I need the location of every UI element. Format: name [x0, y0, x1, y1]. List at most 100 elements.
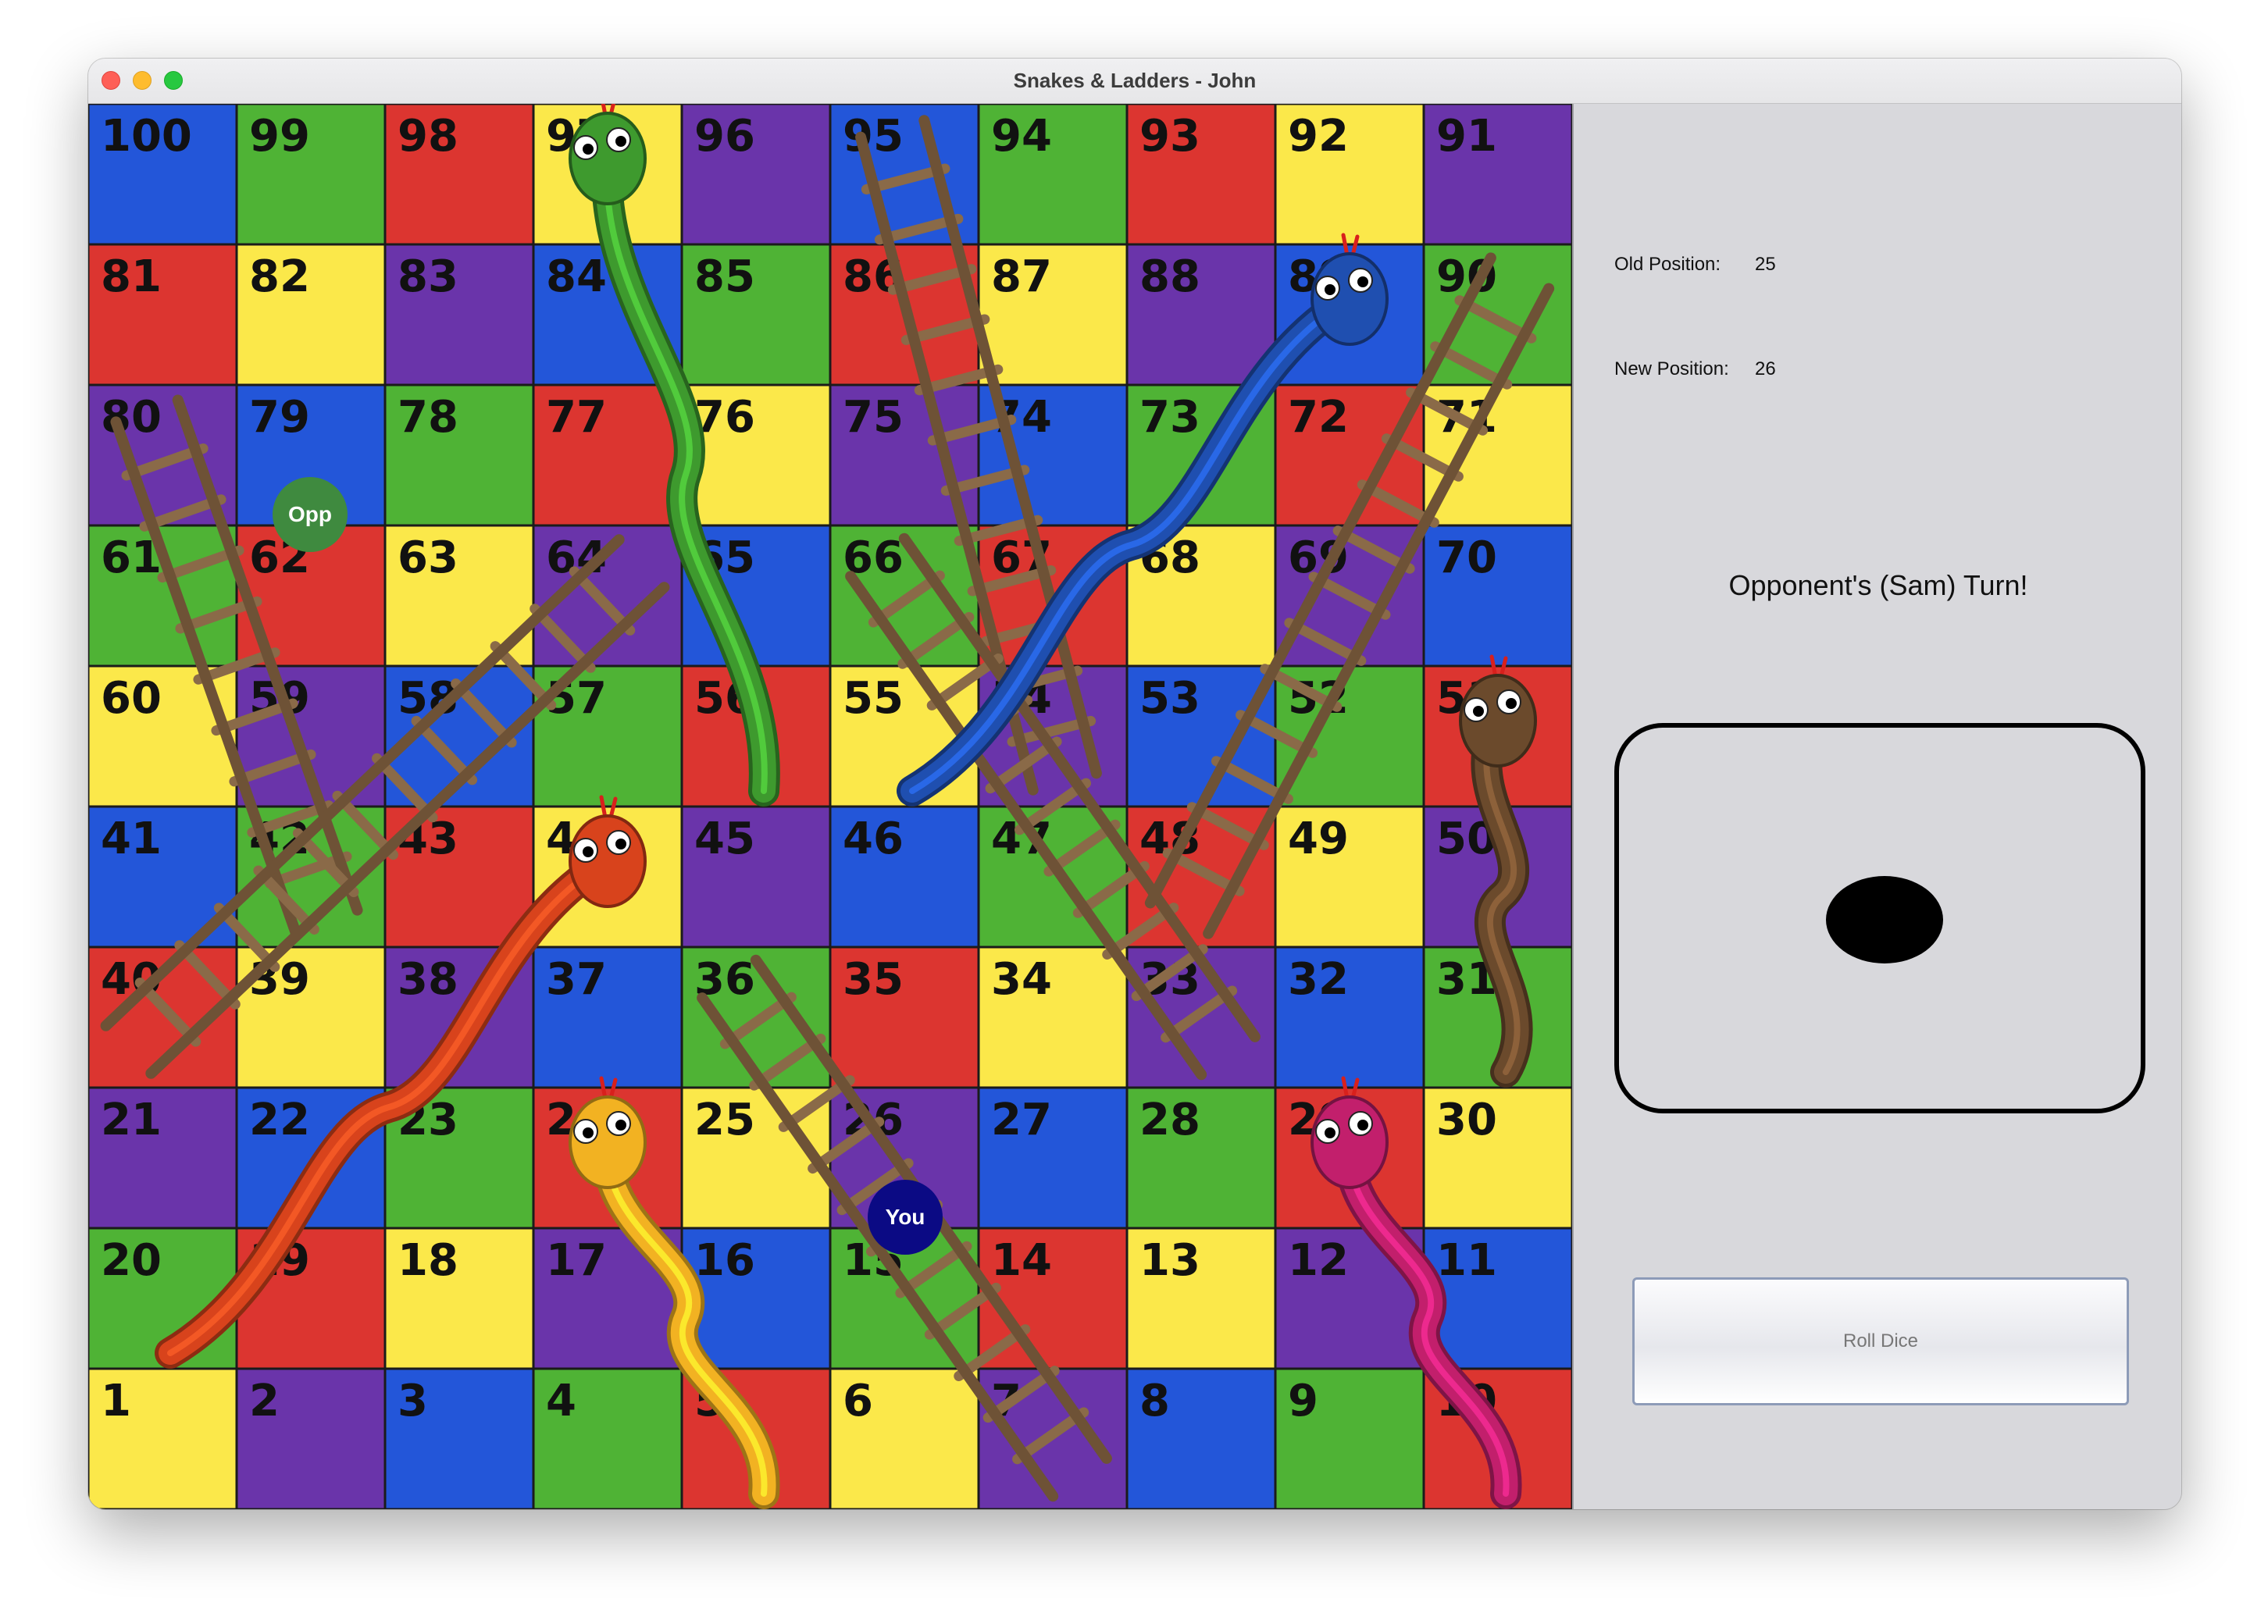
- square-number: 75: [843, 392, 904, 443]
- board-square-88: 88: [1125, 243, 1277, 386]
- board-square-27: 27: [977, 1086, 1129, 1230]
- board-square-2: 2: [235, 1367, 387, 1509]
- roll-dice-button[interactable]: Roll Dice: [1632, 1277, 2129, 1405]
- board-square-87: 87: [977, 243, 1129, 386]
- square-number: 53: [1139, 673, 1200, 724]
- board-square-45: 45: [680, 805, 832, 949]
- square-number: 34: [991, 954, 1052, 1005]
- square-number: 46: [843, 814, 904, 864]
- snake-eye: [1348, 1111, 1373, 1136]
- board-square-70: 70: [1422, 524, 1572, 668]
- die-pip: [1826, 876, 1943, 963]
- square-number: 43: [398, 814, 458, 864]
- snake-eye: [1496, 689, 1521, 714]
- board-square-78: 78: [383, 383, 535, 527]
- board-square-82: 82: [235, 243, 387, 386]
- snake-eye: [1315, 1119, 1340, 1144]
- square-number: 100: [101, 111, 192, 162]
- window-title: Snakes & Ladders - John: [1013, 69, 1257, 92]
- game-window: Snakes & Ladders - John 100 99 98 9 79 6 95 94 9…: [88, 59, 2181, 1509]
- square-number: 20: [101, 1235, 162, 1286]
- square-number: 70: [1436, 532, 1497, 583]
- square-number: 45: [694, 814, 755, 864]
- side-panel: Old Position: 25 New Position: 26 Oppone…: [1572, 104, 2181, 1509]
- board-square-30: 30: [1422, 1086, 1572, 1230]
- square-number: 6: [843, 1376, 873, 1426]
- square-number: 82: [249, 251, 310, 302]
- snake-eye: [573, 135, 598, 160]
- square-number: 27: [991, 1095, 1052, 1145]
- square-number: 18: [398, 1235, 458, 1286]
- board-square-18: 18: [383, 1227, 535, 1370]
- snake-eye: [1315, 276, 1340, 301]
- board-square-13: 13: [1125, 1227, 1277, 1370]
- board-square-34: 34: [977, 946, 1129, 1089]
- board-canvas: 1009998979695949392918182838485868788899…: [88, 104, 1572, 1509]
- square-number: 73: [1139, 392, 1200, 443]
- board-square-32: 32: [1274, 946, 1425, 1089]
- square-number: 35: [843, 954, 904, 1005]
- square-number: 41: [101, 814, 162, 864]
- square-number: 21: [101, 1095, 162, 1145]
- square-number: 55: [843, 673, 904, 724]
- turn-status: Opponent's (Sam) Turn!: [1728, 569, 2028, 601]
- square-number: 77: [546, 392, 607, 443]
- square-number: 84: [546, 251, 607, 302]
- board-square-49: 49: [1274, 805, 1425, 949]
- board-square-92: 92: [1274, 104, 1425, 246]
- board-square-85: 85: [680, 243, 832, 386]
- square-number: 37: [546, 954, 607, 1005]
- snake-eye: [1348, 268, 1373, 293]
- square-number: 16: [694, 1235, 755, 1286]
- square-number: 60: [101, 673, 162, 724]
- square-number: 32: [1288, 954, 1349, 1005]
- opponent-token: Opp: [273, 477, 348, 552]
- board-square-100: 100: [88, 104, 238, 246]
- board-square-96: 96: [680, 104, 832, 246]
- board-square-83: 83: [383, 243, 535, 386]
- game-board: 1009998979695949392918182838485868788899…: [88, 104, 1572, 1509]
- square-number: 95: [843, 111, 904, 162]
- board-square-8: 8: [1125, 1367, 1277, 1509]
- square-number: 22: [249, 1095, 310, 1145]
- square-number: 11: [1436, 1235, 1497, 1286]
- square-number: 30: [1436, 1095, 1497, 1145]
- board-square-91: 91: [1422, 104, 1572, 246]
- square-number: 28: [1139, 1095, 1200, 1145]
- square-number: 14: [991, 1235, 1052, 1286]
- square-number: 72: [1288, 392, 1349, 443]
- new-position-label: New Position:: [1614, 358, 1729, 379]
- board-square-98: 98: [383, 104, 535, 246]
- square-number: 98: [398, 111, 458, 162]
- square-number: 79: [249, 392, 310, 443]
- square-number: 96: [694, 111, 755, 162]
- board-square-3: 3: [383, 1367, 535, 1509]
- board-square-37: 37: [532, 946, 683, 1089]
- square-number: 9: [1288, 1376, 1318, 1426]
- square-number: 92: [1288, 111, 1349, 162]
- snake-eye: [573, 838, 598, 863]
- board-square-4: 4: [532, 1367, 683, 1509]
- square-number: 3: [398, 1376, 428, 1426]
- square-number: 57: [546, 673, 607, 724]
- square-number: 38: [398, 954, 458, 1005]
- board-square-21: 21: [88, 1086, 238, 1230]
- square-number: 88: [1139, 251, 1200, 302]
- board-square-90: 90: [1422, 243, 1572, 386]
- square-number: 81: [101, 251, 162, 302]
- square-number: 17: [546, 1235, 607, 1286]
- board-square-81: 81: [88, 243, 238, 386]
- board-square-6: 6: [829, 1367, 980, 1509]
- square-number: 80: [101, 392, 162, 443]
- square-number: 99: [249, 111, 310, 162]
- square-number: 78: [398, 392, 458, 443]
- square-number: 39: [249, 954, 310, 1005]
- square-number: 13: [1139, 1235, 1200, 1286]
- square-number: 8: [1139, 1376, 1170, 1426]
- board-square-9: 9: [1274, 1367, 1425, 1509]
- square-number: 2: [249, 1376, 280, 1426]
- board-square-77: 77: [532, 383, 683, 527]
- board-square-94: 94: [977, 104, 1129, 246]
- board-square-99: 99: [235, 104, 387, 246]
- snake-eye: [606, 830, 631, 855]
